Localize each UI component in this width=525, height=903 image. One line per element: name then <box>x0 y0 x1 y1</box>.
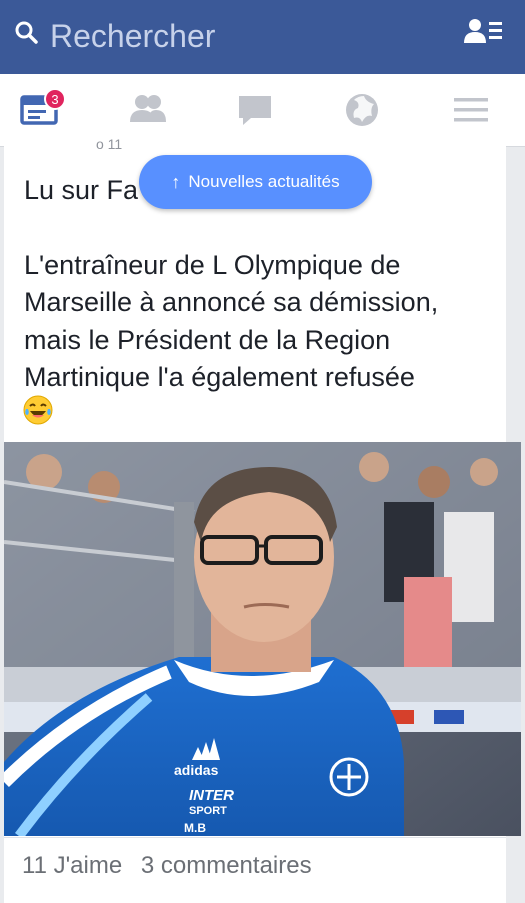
post-meta-clipped: o 11 <box>96 136 123 152</box>
post-body: L'entraîneur de L Olympique de Marseille… <box>24 249 439 393</box>
post-card: o 11 Lu sur Fa L'entraîneur de L Olympiq… <box>4 136 521 903</box>
jersey-sponsor-2: SPORT <box>189 805 227 817</box>
new-stories-label: Nouvelles actualités <box>188 172 340 191</box>
globe-icon[interactable] <box>340 88 384 132</box>
search-bar[interactable] <box>8 8 444 64</box>
jersey-brand: adidas <box>174 762 219 778</box>
stats-divider <box>4 837 506 838</box>
contacts-icon[interactable] <box>464 17 504 49</box>
new-stories-button[interactable]: ↑ Nouvelles actualités <box>139 155 372 209</box>
search-icon <box>15 21 38 44</box>
notification-badge: 3 <box>44 88 66 110</box>
search-input[interactable] <box>48 15 432 57</box>
jersey-sponsor-1: INTER <box>189 787 234 804</box>
friends-icon[interactable] <box>126 88 170 132</box>
tab-bar <box>0 74 525 147</box>
post-stats: 11 J'aime 3 commentaires <box>22 852 324 880</box>
top-bar <box>0 0 525 74</box>
chat-icon[interactable] <box>233 88 277 132</box>
menu-icon[interactable] <box>450 88 494 132</box>
comments-count[interactable]: 3 commentaires <box>141 852 312 879</box>
likes-count[interactable]: 11 J'aime <box>22 852 122 879</box>
arrow-up-icon: ↑ <box>171 171 181 192</box>
jersey-initials: M.B <box>184 821 206 835</box>
post-photo[interactable]: adidas INTER SPORT M.B <box>4 442 521 836</box>
laughing-tears-emoji <box>23 395 53 425</box>
